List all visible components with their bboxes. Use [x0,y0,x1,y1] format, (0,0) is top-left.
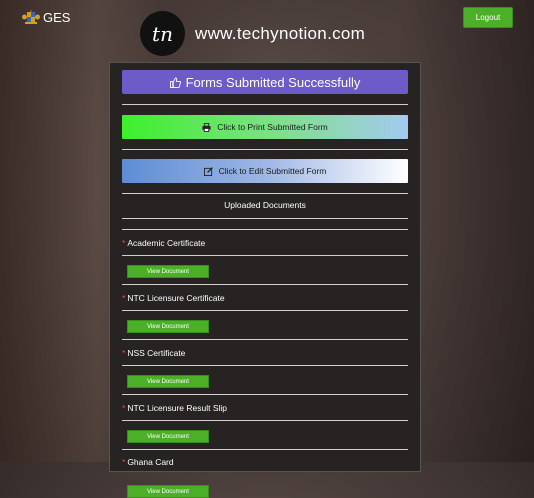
document-name: NTC Licensure Certificate [127,293,225,303]
divider [122,104,408,105]
required-marker: * [122,348,126,358]
divider [122,365,408,366]
view-document-button[interactable]: View Document [127,430,209,443]
logo-text: GES [43,9,71,25]
divider [122,229,408,230]
divider [122,284,408,285]
required-marker: * [122,238,126,248]
divider [122,218,408,219]
divider [122,420,408,421]
divider [122,310,408,311]
edit-label: Click to Edit Submitted Form [218,166,327,176]
forms-submitted-button[interactable]: Forms Submitted Successfully [122,70,408,94]
view-document-button[interactable]: View Document [127,265,209,278]
edit-form-button[interactable]: Click to Edit Submitted Form [122,159,408,183]
document-name: Ghana Card [127,457,174,467]
divider [122,255,408,256]
document-name: Academic Certificate [127,238,206,248]
uploaded-documents-title: Uploaded Documents [224,200,306,210]
divider [122,193,408,194]
success-label: Forms Submitted Successfully [185,74,361,90]
watermark-badge: tn [140,11,185,56]
document-label: * NTC Licensure Result Slip [122,403,227,413]
logout-button[interactable]: Logout [463,7,513,28]
divider [122,449,408,450]
document-name: NSS Certificate [127,348,186,358]
document-label: * Academic Certificate [122,238,205,248]
required-marker: * [122,457,126,467]
watermark: tn www.techynotion.com [140,11,365,56]
thumbs-up-icon [169,76,181,88]
required-marker: * [122,293,126,303]
document-name: NTC Licensure Result Slip [127,403,227,413]
divider [122,149,408,150]
submission-panel: Forms Submitted Successfully Click to Pr… [109,62,421,498]
edit-icon [203,166,213,176]
divider [122,394,408,395]
print-form-button[interactable]: Click to Print Submitted Form [122,115,408,139]
coat-of-arms-icon [22,9,40,24]
divider [122,339,408,340]
ges-logo[interactable]: GES [22,9,70,25]
view-document-button[interactable]: View Document [127,320,209,333]
view-document-button[interactable]: View Document [127,375,209,388]
required-marker: * [122,403,126,413]
watermark-site: www.techynotion.com [195,23,366,43]
document-label: * NTC Licensure Certificate [122,293,225,303]
print-icon [202,122,211,132]
view-document-button[interactable]: View Document [127,485,209,498]
document-label: * NSS Certificate [122,348,185,358]
document-label: * Ghana Card [122,457,174,467]
print-label: Click to Print Submitted Form [217,122,328,132]
